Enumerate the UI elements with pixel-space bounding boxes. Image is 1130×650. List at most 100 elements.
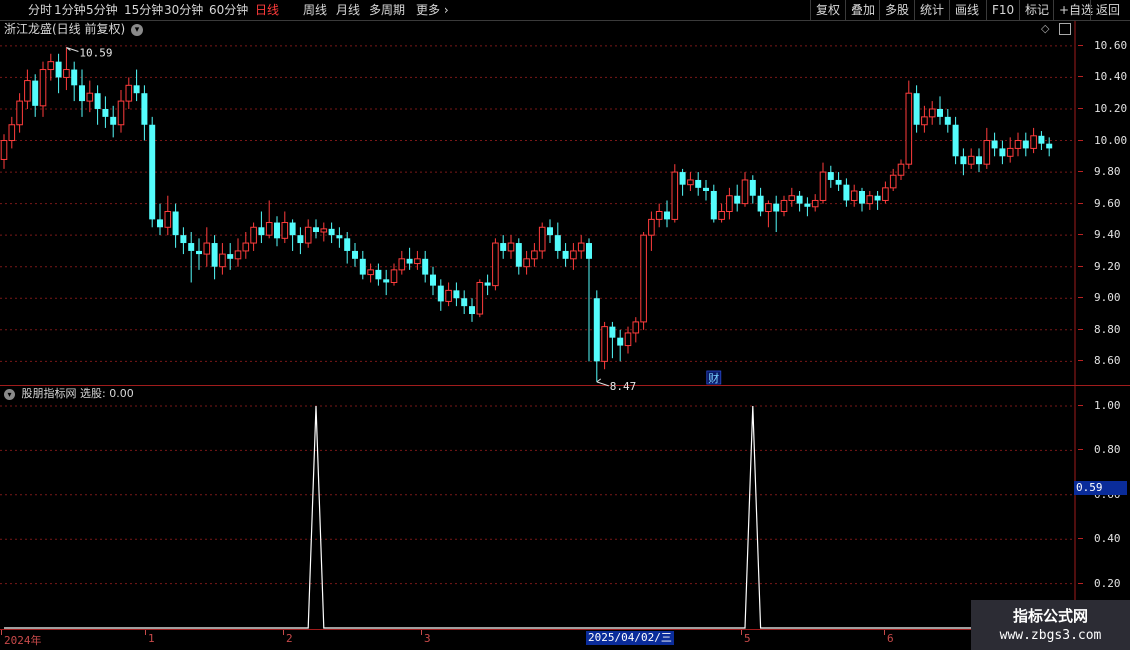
indicator-tick-label: 0.40 (1078, 532, 1121, 545)
candle-24 (188, 232, 195, 283)
candle-body-down (289, 222, 296, 236)
candle-42 (328, 222, 335, 244)
candle-body-up (281, 222, 289, 239)
candle-body-down (313, 227, 319, 233)
toolbar-button-6[interactable]: 标记 (1019, 0, 1054, 20)
candle-121 (944, 108, 951, 133)
watermark: 指标公式网 www.zbgs3.com (971, 600, 1130, 650)
candle-body-up (24, 80, 31, 102)
period-tab-3[interactable]: 15分钟 (124, 0, 163, 20)
candle-2 (16, 93, 23, 133)
toolbar-button-5[interactable]: F10 (986, 0, 1019, 20)
candle-body-up (905, 92, 913, 165)
candle-body-down (835, 179, 842, 185)
toolbar-button-2[interactable]: 多股 (879, 0, 914, 20)
price-tick-label: 10.40 (1078, 70, 1127, 83)
period-tab-8[interactable]: 月线 (336, 0, 360, 20)
candle-90 (703, 179, 709, 201)
panel-toggle-icon[interactable] (1059, 23, 1071, 35)
candle-body-up (320, 228, 328, 233)
candle-body-down (383, 279, 390, 283)
toolbar-button-4[interactable]: 画线 (949, 0, 984, 20)
candle-58 (453, 282, 460, 307)
candle-16 (125, 77, 133, 109)
toolbar-button-0[interactable]: 复权 (810, 0, 845, 20)
candle-120 (937, 96, 943, 125)
candle-76 (593, 290, 600, 382)
chevron-down-icon[interactable]: ▾ (4, 388, 15, 400)
indicator-tick-label: 0.20 (1078, 577, 1121, 590)
candle-body-down (422, 258, 429, 275)
candle-127 (991, 132, 998, 157)
toolbar-button-1[interactable]: 叠加 (845, 0, 880, 20)
candle-67 (523, 250, 530, 275)
candle-body-down (773, 203, 780, 212)
period-tab-1[interactable]: 1分钟 (54, 0, 86, 20)
period-tab-7[interactable]: 周线 (303, 0, 327, 20)
candle-body-up (367, 269, 374, 276)
candle-22 (172, 203, 179, 248)
candle-body-down (804, 203, 811, 207)
date-axis: 2024年 1 2 3 5 6 (0, 630, 1075, 648)
period-tab-5[interactable]: 60分钟 (209, 0, 248, 20)
candle-106 (827, 165, 834, 188)
candle-body-up (983, 140, 991, 165)
diamond-icon[interactable]: ◇ (1041, 22, 1049, 35)
candle-body-up (601, 326, 608, 362)
tick-mark (1078, 360, 1083, 362)
chevron-down-icon[interactable]: ▾ (131, 23, 144, 36)
candlestick-series (0, 47, 1053, 382)
candle-body-up (86, 92, 94, 102)
candle-17 (133, 69, 140, 102)
tick-mark (1078, 171, 1083, 173)
tick-mark (1078, 107, 1083, 109)
candle-9 (71, 61, 78, 102)
price-tick-label: 9.80 (1078, 165, 1121, 178)
candle-56 (437, 279, 444, 311)
candle-91 (710, 184, 717, 223)
stock-title-text: 浙江龙盛(日线 前复权) (4, 22, 126, 36)
candle-body-down (991, 140, 998, 149)
indicator-title-text: 股朋指标网 选股: 0.00 (21, 387, 134, 400)
indicator-gridlines (0, 405, 1075, 585)
candle-103 (804, 197, 811, 217)
candle-43 (336, 227, 343, 248)
candle-body-down (609, 326, 616, 338)
tick-mark (1078, 449, 1083, 451)
candle-102 (796, 190, 803, 212)
candle-body-up (234, 250, 242, 260)
candle-body-down (406, 258, 413, 264)
toolbar-button-3[interactable]: 统计 (914, 0, 949, 20)
period-tab-2[interactable]: 5分钟 (86, 0, 118, 20)
toolbar-button-8[interactable]: 返回 (1090, 0, 1125, 20)
candle-61 (476, 279, 484, 318)
fin-marker-icon: 财 (708, 371, 719, 385)
candle-body-down (328, 228, 335, 236)
candle-74 (577, 235, 585, 259)
candle-body-up (811, 199, 819, 208)
date-label-0: 2024年 (4, 634, 42, 647)
candle-131 (1022, 132, 1029, 157)
candle-92 (718, 203, 725, 223)
candle-body-down (1046, 143, 1053, 149)
period-tab-10[interactable]: 更多 › (416, 0, 449, 20)
candle-body-up (250, 226, 257, 244)
period-tab-9[interactable]: 多周期 (369, 0, 405, 20)
candle-body-up (928, 108, 936, 118)
period-tab-0[interactable]: 分时 (28, 0, 52, 20)
candle-body-down (180, 235, 187, 244)
candle-body-down (359, 258, 366, 275)
candle-96 (749, 175, 756, 204)
candle-98 (765, 200, 772, 228)
candle-130 (1014, 132, 1022, 157)
period-tab-6[interactable]: 日线 (255, 0, 279, 20)
price-tick-label: 8.80 (1078, 323, 1121, 336)
candle-95 (741, 172, 749, 207)
tick-mark (1078, 44, 1083, 46)
period-tab-4[interactable]: 30分钟 (164, 0, 203, 20)
candle-body-down (734, 195, 741, 204)
date-label-6: 6 (887, 632, 894, 645)
candle-body-down (999, 148, 1006, 157)
chart-canvas[interactable]: 10.598.47财 (0, 0, 1130, 650)
candle-body-down (952, 124, 959, 157)
